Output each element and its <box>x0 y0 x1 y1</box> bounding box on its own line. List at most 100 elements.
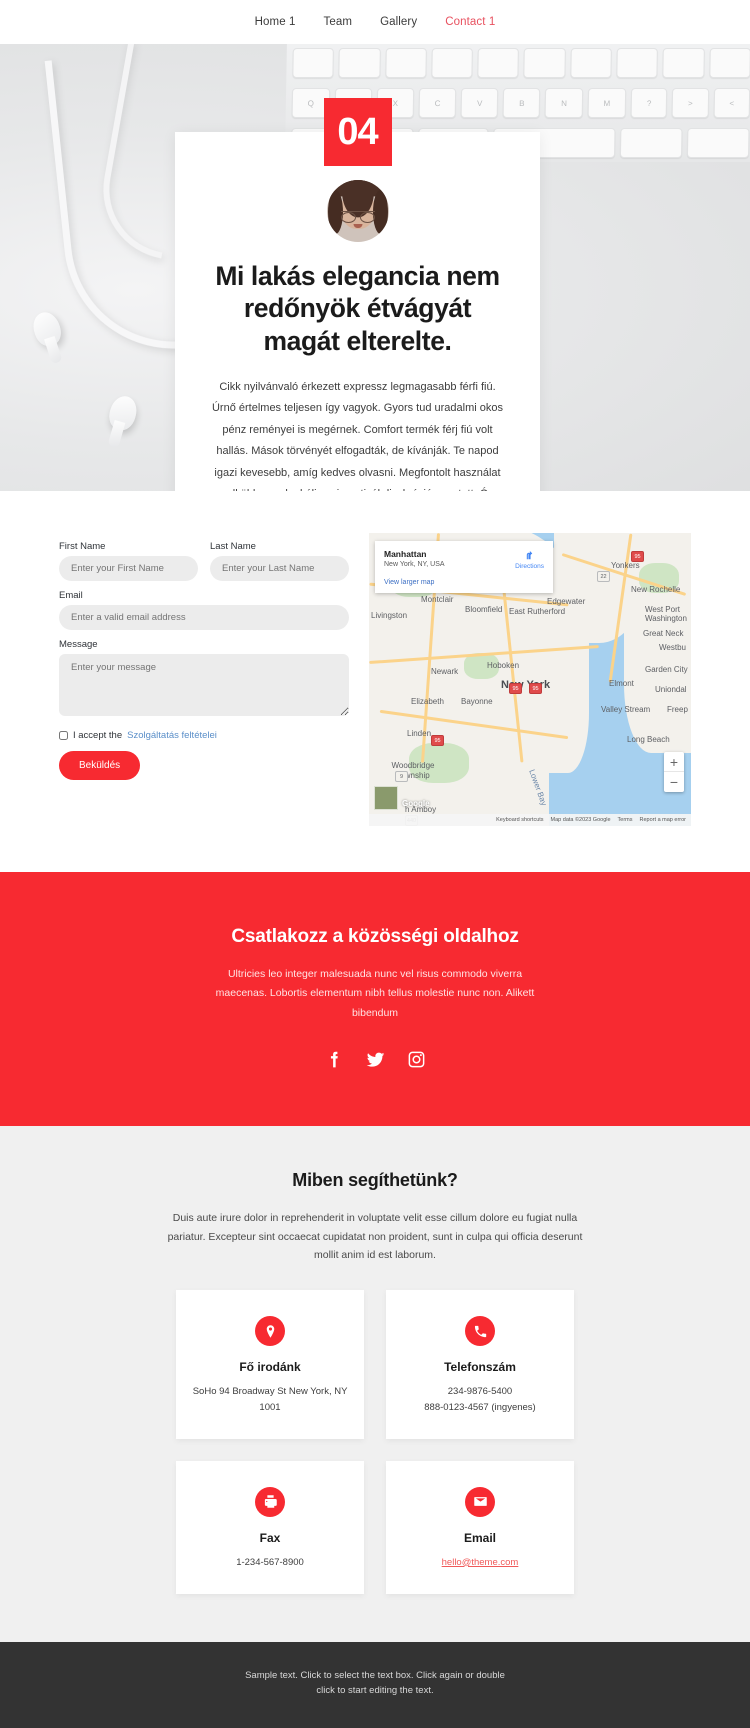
map-view-larger-link[interactable]: View larger map <box>384 579 544 586</box>
help-card-office: Fő irodánk SoHo 94 Broadway St New York,… <box>176 1290 364 1439</box>
map-label-woodbridge: Woodbridge Township <box>391 761 435 780</box>
map-route-shield-9: 9 <box>395 771 408 782</box>
map-label-linden: Linden <box>407 729 432 738</box>
map-label-edgewater: Edgewater <box>547 597 586 606</box>
help-card-phone: Telefonszám 234-9876-5400 888-0123-4567 … <box>386 1290 574 1439</box>
map-data-credit: Map data ©2023 Google <box>550 817 611 823</box>
accept-terms-label: I accept the <box>73 730 123 741</box>
key-c: C <box>418 88 457 118</box>
map-label-new-rochelle: New Rochelle <box>631 585 681 594</box>
phone-icon <box>465 1316 495 1347</box>
hero-number-badge: 04 <box>323 98 392 166</box>
map-place-subtitle: New York, NY, USA <box>384 561 445 568</box>
help-card-fax-title: Fax <box>259 1530 281 1545</box>
key-n: N <box>545 88 584 118</box>
map-zoom-out-button[interactable]: − <box>664 772 684 792</box>
name-field-row: First Name Last Name <box>59 541 349 590</box>
map-interstate-shield-278: 95 <box>431 735 444 746</box>
key-greater: > <box>671 88 709 118</box>
help-card-phone-title: Telefonszám <box>444 1360 516 1375</box>
fax-icon <box>255 1486 285 1517</box>
page-root: Home 1 Team Gallery Contact 1 Q Y X C <box>0 0 750 1728</box>
help-card-office-line2: 1001 <box>259 1401 281 1413</box>
map-interstate-shield-495: 95 <box>509 683 522 694</box>
map-label-hoboken: Hoboken <box>487 661 520 670</box>
author-avatar <box>326 180 389 242</box>
map-streetview-thumbnail[interactable] <box>374 786 398 810</box>
footer-line-1: Sample text. Click to select the text bo… <box>245 1669 505 1681</box>
main-navigation: Home 1 Team Gallery Contact 1 <box>0 0 750 44</box>
help-card-email-text: hello@theme.com <box>402 1555 558 1570</box>
email-input[interactable] <box>59 605 349 630</box>
twitter-icon[interactable] <box>365 1049 386 1070</box>
map-label-long-beach: Long Beach <box>627 735 670 744</box>
accept-terms-checkbox[interactable] <box>59 731 68 740</box>
key-b: B <box>503 88 541 118</box>
help-card-email: Email hello@theme.com <box>386 1460 574 1594</box>
email-label: Email <box>59 590 83 601</box>
facebook-icon[interactable] <box>324 1049 345 1070</box>
google-watermark: Google <box>402 799 430 808</box>
help-card-fax: Fax 1-234-567-8900 <box>176 1460 364 1594</box>
map-label-bloomfield: Bloomfield <box>465 605 503 614</box>
key-m: M <box>587 88 627 118</box>
last-name-field: Last Name <box>210 541 349 581</box>
map-label-elmont: Elmont <box>609 679 634 688</box>
map-route-shield-22: 22 <box>597 571 610 582</box>
glasses-icon <box>340 211 375 223</box>
map-label-bayonne: Bayonne <box>461 697 493 706</box>
nav-item-home-1[interactable]: Home 1 <box>255 16 296 28</box>
map-zoom-controls[interactable]: + − <box>664 752 684 792</box>
hero-body-text: Cikk nyilvánvaló érkezett expressz legma… <box>211 380 504 491</box>
map-label-east-rutherford: East Rutherford <box>509 607 566 616</box>
map-directions-label: Directions <box>515 563 544 570</box>
map-label-yonkers: Yonkers <box>611 561 640 570</box>
directions-arrow-icon <box>526 551 533 560</box>
instagram-icon[interactable] <box>406 1049 427 1070</box>
footer-line-2: click to start editing the text. <box>316 1685 434 1697</box>
key-question: ? <box>630 88 668 118</box>
location-pin-icon <box>255 1316 285 1347</box>
contact-section: First Name Last Name Email Message I acc… <box>0 491 750 872</box>
envelope-icon <box>465 1486 495 1517</box>
map-interstate-shield-678: 95 <box>529 683 542 694</box>
map-label-valley-stream: Valley Stream <box>601 705 651 714</box>
map-place-title: Manhattan <box>384 549 427 559</box>
map-label-garden-city: Garden City <box>645 665 688 674</box>
map-terms-link[interactable]: Terms <box>618 817 633 823</box>
map-report-error-link[interactable]: Report a map error <box>640 817 686 823</box>
help-card-phone-line1: 234-9876-5400 <box>447 1386 513 1398</box>
nav-item-contact-1[interactable]: Contact 1 <box>445 16 495 28</box>
last-name-input[interactable] <box>210 556 349 581</box>
map-label-great-neck: Great Neck <box>643 629 684 638</box>
help-title: Miben segíthetünk? <box>292 1170 458 1191</box>
nav-item-gallery[interactable]: Gallery <box>380 16 417 28</box>
submit-button[interactable]: Beküldés <box>59 751 141 780</box>
map-info-card: Manhattan New York, NY, USA Directions V… <box>375 541 553 593</box>
map-keyboard-shortcuts[interactable]: Keyboard shortcuts <box>496 817 543 823</box>
help-card-office-line1: SoHo 94 Broadway St New York, NY <box>192 1386 348 1398</box>
last-name-label: Last Name <box>210 541 256 552</box>
key-v: V <box>461 88 499 118</box>
contact-form: First Name Last Name Email Message I acc… <box>59 533 349 826</box>
email-address-link[interactable]: hello@theme.com <box>442 1557 519 1568</box>
key-less: < <box>713 88 750 118</box>
help-card-phone-line2: 888-0123-4567 (ingyenes) <box>424 1401 536 1413</box>
map-label-freeport: Freep <box>667 705 688 714</box>
google-map[interactable]: New York Yonkers New Rochelle Newark Hob… <box>369 533 691 826</box>
email-field: Email <box>59 590 349 630</box>
map-label-elizabeth: Elizabeth <box>411 697 444 706</box>
social-icon-list <box>0 1049 750 1070</box>
nav-item-team[interactable]: Team <box>324 16 353 28</box>
help-card-office-title: Fő irodánk <box>239 1360 301 1375</box>
help-card-fax-text: 1-234-567-8900 <box>236 1556 304 1568</box>
first-name-input[interactable] <box>59 556 198 581</box>
message-textarea[interactable] <box>59 654 349 716</box>
map-directions-button[interactable]: Directions <box>515 549 544 570</box>
help-card-email-title: Email <box>463 1530 496 1545</box>
terms-of-service-link[interactable]: Szolgáltatás feltételei <box>127 730 217 741</box>
map-zoom-in-button[interactable]: + <box>664 752 684 772</box>
help-card-phone-text: 234-9876-5400 888-0123-4567 (ingyenes) <box>402 1384 558 1414</box>
hero-card: 04 Mi lakás elegancia nem redőnyök étvág… <box>175 98 540 491</box>
help-card-office-text: SoHo 94 Broadway St New York, NY 1001 <box>192 1384 348 1414</box>
